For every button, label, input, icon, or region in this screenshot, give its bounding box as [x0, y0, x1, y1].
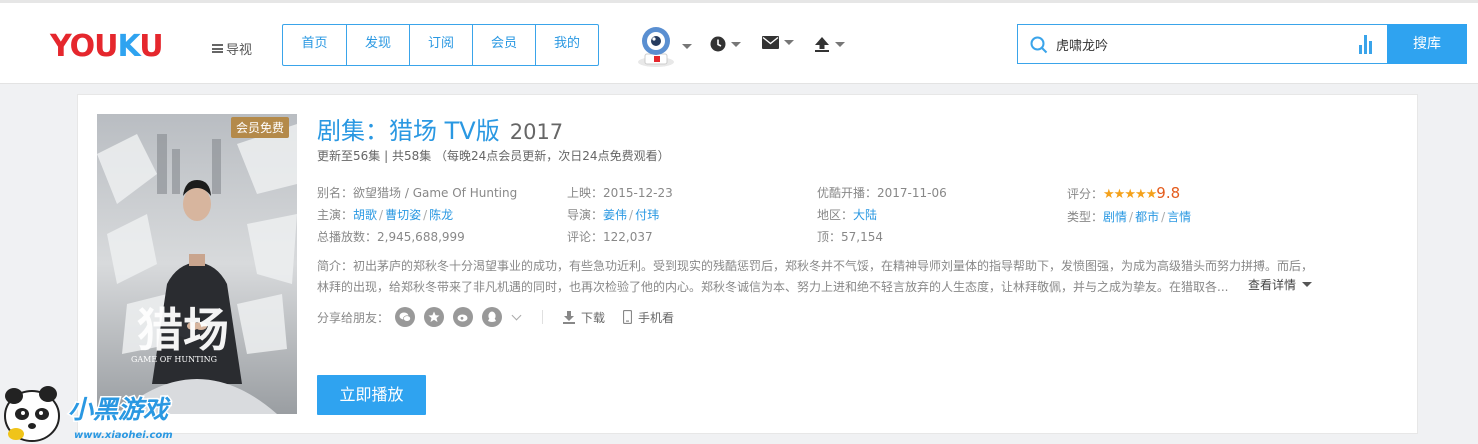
top-header: YOUKU 导视 首页 发现 订阅 会员 我的 虎啸龙吟 搜库 [0, 3, 1478, 84]
more-share-chevron-icon[interactable] [511, 310, 522, 320]
region-link[interactable]: 大陆 [853, 208, 877, 222]
history-button[interactable] [710, 36, 741, 52]
vip-free-badge: 会员免费 [230, 117, 289, 138]
rating-stars: ★★★★★ [1103, 187, 1157, 202]
upload-button[interactable] [814, 36, 845, 52]
genre-link[interactable]: 言情 [1167, 210, 1191, 224]
chevron-down-icon [731, 41, 741, 47]
rating-score: 9.8 [1156, 184, 1181, 202]
youku-logo[interactable]: YOUKU [50, 31, 164, 63]
wechat-icon[interactable] [395, 307, 416, 327]
release-date: 2015-12-23 [603, 186, 673, 200]
mail-icon [762, 36, 779, 49]
info-col-1: 别名：欲望猎场 / Game Of Hunting 主演：胡歌 / 曹切姿 / 陈龙 总… [317, 186, 518, 244]
description: 简介：初出茅庐的郑秋冬十分渴望事业的成功，有些急功近利。受到现实的残酷惩罚后，郑… [317, 259, 1314, 294]
info-col-2: 上映：2015-12-23 导演：姜伟 / 付玮 评论：122,037 [567, 186, 673, 244]
poster-image[interactable]: 猎场 GAME OF HUNTING 会员免费 [97, 114, 297, 414]
user-menu[interactable] [634, 24, 692, 68]
cast-link[interactable]: 陈龙 [429, 208, 453, 222]
nav-home[interactable]: 首页 [283, 25, 346, 65]
messages-button[interactable] [762, 36, 794, 49]
nav-mine[interactable]: 我的 [535, 25, 598, 65]
chevron-down-icon [1302, 282, 1313, 287]
ranking-icon[interactable] [1359, 35, 1372, 54]
update-status: 更新至56集 | 共58集 （每晚24点会员更新，次日24点免费观看） [317, 149, 670, 163]
divider [542, 310, 544, 324]
main-nav: 首页 发现 订阅 会员 我的 [282, 24, 599, 66]
alias-value: 欲望猎场 / Game Of Hunting [353, 186, 518, 200]
nav-subscribe[interactable]: 订阅 [409, 25, 472, 65]
site-watermark: 小黑游戏 www.xiaohei.com [0, 376, 200, 444]
poster-subtitle: GAME OF HUNTING [131, 355, 217, 364]
clock-icon [710, 36, 726, 52]
search-icon [1030, 36, 1048, 54]
chevron-down-icon [682, 43, 692, 49]
show-title[interactable]: 剧集：猎场 TV版 [317, 111, 500, 146]
guide-label: 导视 [226, 43, 253, 58]
search-input[interactable] [1056, 33, 1346, 55]
genre-link[interactable]: 剧情 [1103, 210, 1127, 224]
comment-count: 122,037 [603, 230, 653, 244]
play-now-button[interactable]: 立即播放 [317, 375, 426, 415]
director-link[interactable]: 姜伟 [603, 208, 627, 222]
director-link[interactable]: 付玮 [635, 208, 659, 222]
nav-discover[interactable]: 发现 [346, 25, 409, 65]
chevron-down-icon [784, 40, 794, 45]
share-row: 分享给朋友： 下载 手机看 [317, 307, 674, 327]
cast-link[interactable]: 曹切姿 [385, 208, 421, 222]
play-count: 2,945,688,999 [377, 230, 465, 244]
cast-link[interactable]: 胡歌 [353, 208, 377, 222]
youku-premiere-date: 2017-11-06 [877, 186, 947, 200]
like-count: 57,154 [841, 230, 884, 244]
watermark-url: www.xiaohei.com [74, 430, 173, 441]
download-icon [563, 310, 576, 324]
show-year: 2017 [509, 120, 564, 144]
chevron-down-icon [835, 41, 845, 47]
qq-icon[interactable] [482, 307, 503, 327]
mobile-watch-button[interactable]: 手机看 [623, 309, 674, 326]
info-col-3: 优酷开播：2017-11-06 地区：大陆 顶：57,154 [817, 186, 947, 244]
watermark-text: 小黑游戏 [68, 395, 171, 424]
upload-icon [815, 37, 829, 52]
poster-title: 猎场 [137, 303, 229, 357]
weibo-icon[interactable] [453, 307, 474, 327]
search-box [1017, 24, 1387, 64]
title-row: 剧集：猎场 TV版 2017 [317, 111, 563, 146]
qzone-icon[interactable] [424, 307, 445, 327]
search-button[interactable]: 搜库 [1387, 24, 1467, 64]
phone-icon [623, 310, 633, 324]
avatar[interactable] [634, 24, 678, 68]
show-card: 猎场 GAME OF HUNTING 会员免费 剧集：猎场 TV版 2017 更… [77, 94, 1418, 434]
hamburger-icon [212, 44, 223, 53]
view-details-button[interactable]: 查看详情 [1248, 276, 1313, 293]
share-label: 分享给朋友： [317, 310, 390, 325]
nav-vip[interactable]: 会员 [472, 25, 535, 65]
info-col-4: 评分：★★★★★9.8 类型：剧情 / 都市 / 言情 [1067, 184, 1192, 224]
download-button[interactable]: 下载 [563, 309, 605, 326]
genre-link[interactable]: 都市 [1135, 210, 1159, 224]
guide-menu[interactable]: 导视 [212, 39, 252, 58]
